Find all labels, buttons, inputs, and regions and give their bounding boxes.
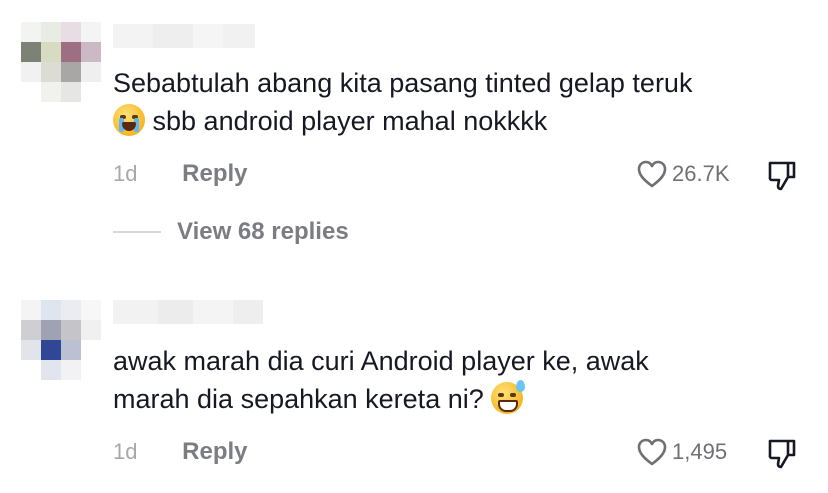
comment-text: awak marah dia curi Android player ke, a… bbox=[113, 342, 813, 418]
reply-button[interactable]: Reply bbox=[182, 160, 247, 187]
heart-icon bbox=[637, 160, 667, 188]
view-replies-label[interactable]: View 68 replies bbox=[177, 218, 349, 246]
comment-meta: 1d Reply bbox=[113, 438, 248, 466]
like-button[interactable]: 1,495 bbox=[636, 437, 727, 467]
grinning-sweat-emoji bbox=[491, 380, 526, 414]
dislike-button[interactable] bbox=[767, 438, 797, 475]
crying-face-emoji bbox=[113, 104, 145, 136]
avatar[interactable] bbox=[21, 22, 101, 102]
username-blurred[interactable] bbox=[113, 24, 255, 48]
comment-meta: 1d Reply bbox=[113, 160, 248, 188]
view-replies[interactable]: View 68 replies bbox=[113, 218, 349, 246]
reply-button[interactable]: Reply bbox=[182, 438, 247, 465]
comment-text-line2: sbb android player mahal nokkkk bbox=[152, 106, 548, 136]
thumbs-down-icon bbox=[768, 161, 796, 191]
timestamp: 1d bbox=[113, 161, 138, 186]
comment-text-line1: Sebabtulah abang kita pasang tinted gela… bbox=[113, 68, 693, 98]
replies-divider bbox=[113, 231, 161, 233]
heart-icon bbox=[637, 438, 667, 466]
comment-text-line1: awak marah dia curi Android player ke, a… bbox=[113, 346, 649, 376]
like-count: 26.7K bbox=[672, 161, 730, 186]
username-blurred[interactable] bbox=[113, 300, 263, 324]
dislike-button[interactable] bbox=[767, 160, 797, 197]
comment-text: Sebabtulah abang kita pasang tinted gela… bbox=[113, 64, 813, 140]
timestamp: 1d bbox=[113, 439, 138, 464]
avatar[interactable] bbox=[21, 300, 101, 380]
thumbs-down-icon bbox=[768, 439, 796, 469]
like-count: 1,495 bbox=[672, 439, 728, 464]
comment-text-line2: marah dia sepahkan kereta ni? bbox=[113, 384, 484, 414]
like-button[interactable]: 26.7K bbox=[636, 159, 730, 189]
